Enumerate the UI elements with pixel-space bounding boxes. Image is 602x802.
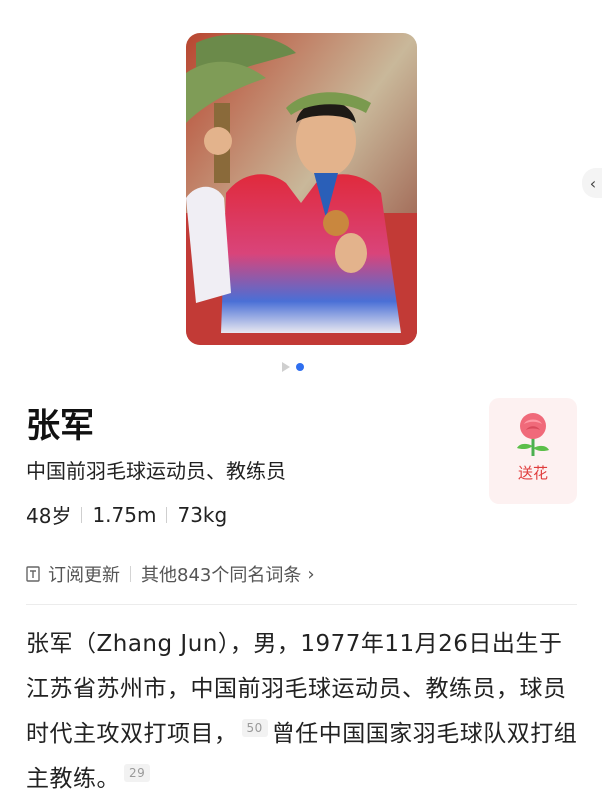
citation-badge[interactable]: 50 — [241, 719, 268, 738]
person-stats: 48岁 1.75m 73kg — [26, 500, 227, 529]
carousel-indicator — [282, 361, 304, 373]
intro-paragraph: 张军（Zhang Jun），男，1977年11月26日出生于江苏省苏州市，中国前… — [26, 622, 582, 802]
send-flower-label: 送花 — [517, 464, 548, 482]
age-value: 48岁 — [26, 504, 72, 528]
send-flower-button[interactable]: 送花 — [489, 398, 577, 504]
chevron-left-icon[interactable]: ‹ — [582, 168, 602, 198]
carousel-play-indicator[interactable] — [282, 362, 290, 372]
weight-value: 73kg — [177, 502, 228, 527]
divider — [130, 566, 131, 582]
person-description: 中国前羽毛球运动员、教练员 — [26, 459, 286, 483]
person-name: 张军 — [26, 406, 94, 446]
subscribe-icon — [26, 566, 40, 582]
entry-meta-bar: 订阅更新 其他843个同名词条 › — [26, 561, 315, 587]
chevron-right-icon: › — [307, 563, 315, 585]
rose-icon — [517, 413, 549, 456]
carousel-dot-active[interactable] — [296, 363, 304, 371]
divider — [81, 506, 83, 523]
section-divider — [26, 604, 577, 605]
divider — [166, 506, 168, 523]
subscribe-link[interactable]: 订阅更新 — [48, 561, 120, 587]
citation-badge[interactable]: 29 — [124, 764, 151, 783]
athlete-photo — [186, 33, 417, 345]
hero-photo[interactable] — [186, 33, 417, 345]
height-value: 1.75m — [92, 502, 157, 527]
other-entries-link[interactable]: 其他843个同名词条 — [141, 561, 301, 587]
